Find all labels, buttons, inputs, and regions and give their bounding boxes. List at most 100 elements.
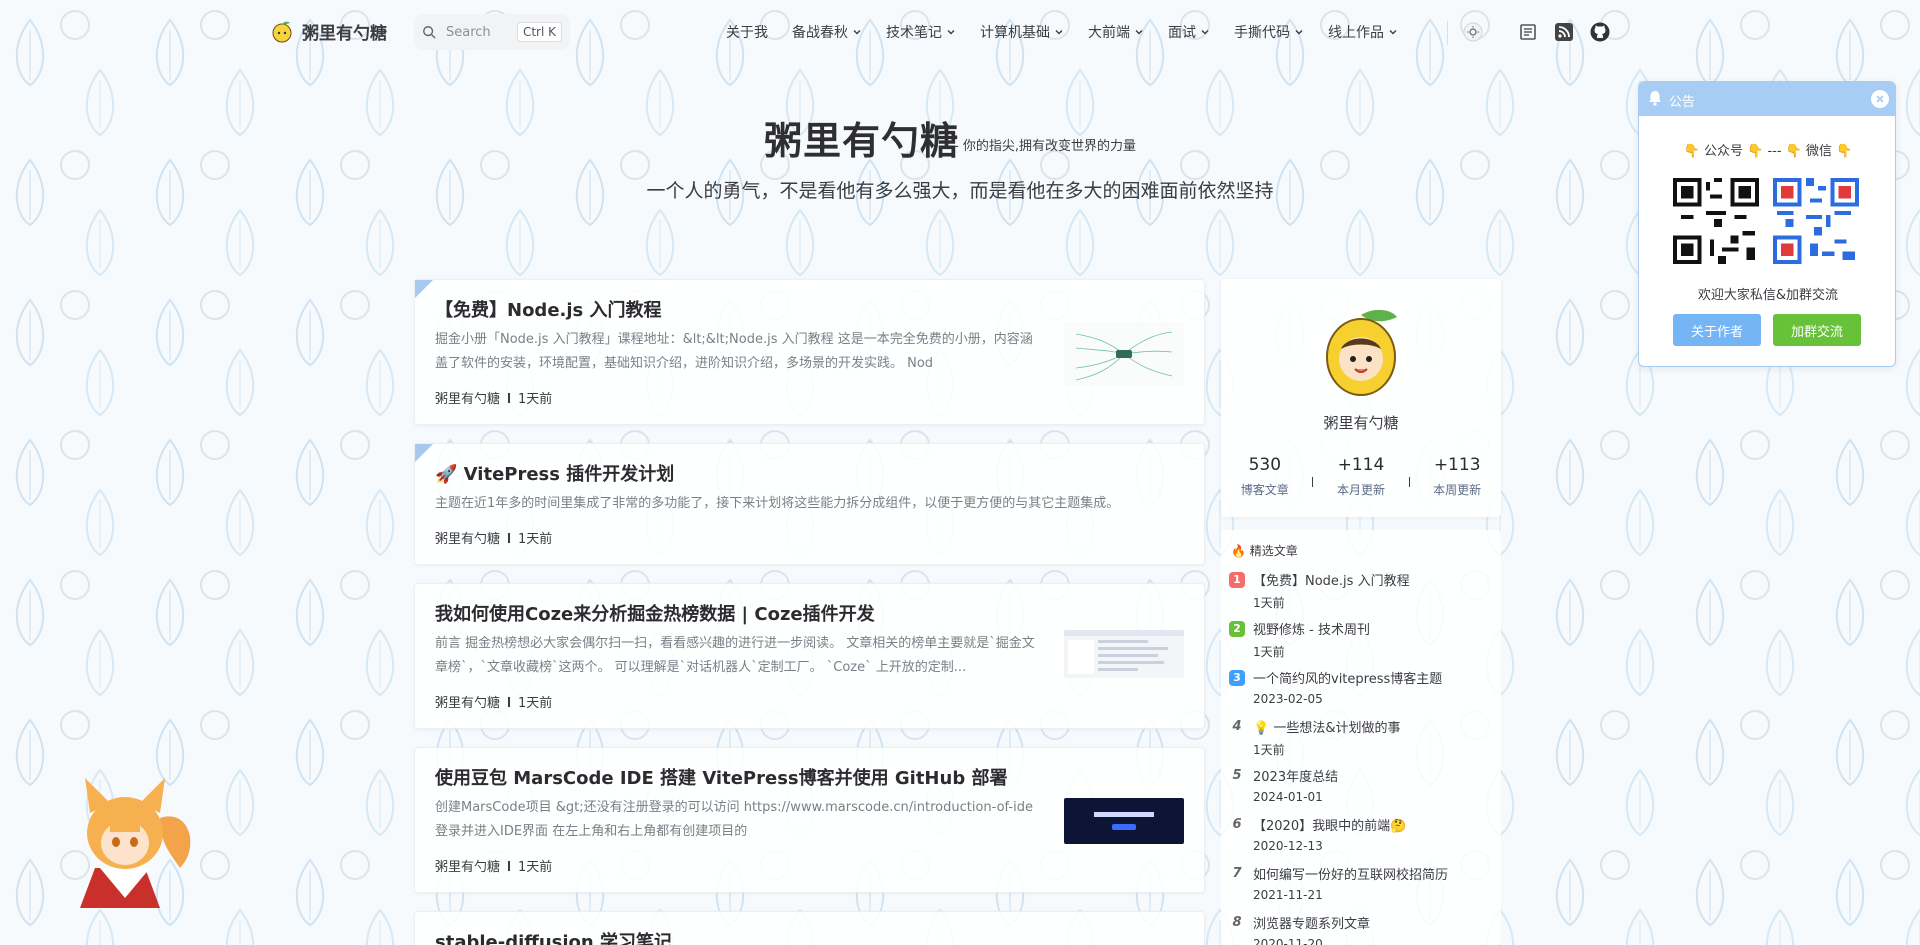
nav-item-works[interactable]: 线上作品 xyxy=(1328,22,1398,42)
post-title[interactable]: 使用豆包 MarsCode IDE 搭建 VitePress博客并使用 GitH… xyxy=(435,764,1007,790)
post-author: 粥里有勺糖 xyxy=(435,392,501,407)
featured-title[interactable]: 浏览器专题系列文章 xyxy=(1253,913,1370,932)
nav-item-label: 计算机基础 xyxy=(980,25,1050,41)
announcement-header: 公告 xyxy=(1639,82,1895,116)
nav-item-tech-notes[interactable]: 技术笔记 xyxy=(886,22,956,42)
post-meta: 粥里有勺糖 1天前 xyxy=(435,856,552,875)
meta-separator xyxy=(508,532,511,543)
featured-rank: 2 xyxy=(1229,621,1245,637)
pin-marker xyxy=(415,280,433,298)
featured-heading: 🔥 精选文章 xyxy=(1231,544,1298,558)
featured-title[interactable]: 2023年度总结 xyxy=(1253,766,1338,785)
post-author: 粥里有勺糖 xyxy=(435,532,501,547)
post-card[interactable]: 使用豆包 MarsCode IDE 搭建 VitePress博客并使用 GitH… xyxy=(414,747,1205,893)
featured-date: 2020-11-20 xyxy=(1253,937,1323,945)
featured-title[interactable]: 一个简约风的vitepress博客主题 xyxy=(1253,668,1442,687)
featured-articles: 🔥 精选文章 1 【免费】Node.js 入门教程 1天前 2 视野修炼 - 技术周刊 1… xyxy=(1221,530,1501,945)
join-group-button[interactable]: 加群交流 xyxy=(1773,314,1861,346)
hero-title: 粥里有勺糖 xyxy=(764,119,960,163)
post-meta: 粥里有勺糖 1天前 xyxy=(435,388,552,407)
post-desc: 主题在近1年多的时间里集成了非常的多功能了，接下来计划将这些能力拆分成组件，以便… xyxy=(435,496,1120,511)
featured-date: 2020-12-13 xyxy=(1253,839,1323,853)
post-author: 粥里有勺糖 xyxy=(435,696,501,711)
featured-date: 1天前 xyxy=(1253,596,1285,610)
nav-item-handwrite-code[interactable]: 手撕代码 xyxy=(1234,22,1304,42)
announcement-welcome: 欢迎大家私信&加群交流 xyxy=(1697,288,1839,303)
chevron-down-icon xyxy=(1135,30,1143,35)
featured-title[interactable]: 视野修炼 - 技术周刊 xyxy=(1253,619,1370,638)
profile-name: 粥里有勺糖 xyxy=(1323,414,1399,432)
post-desc: 创建MarsCode项目 &gt;还没有注册登录的可以访问 https://ww… xyxy=(435,800,1033,839)
announcement-title: 公告 xyxy=(1669,95,1696,110)
coze-screenshot-thumbnail[interactable] xyxy=(1064,630,1184,678)
featured-title[interactable]: 【2020】我眼中的前端🤔 xyxy=(1253,815,1406,834)
featured-title[interactable]: 💡 一些想法&计划做的事 xyxy=(1253,717,1400,736)
hero-subtitle: 一个人的勇气，不是看他有多么强大，而是看他在多大的困难面前依然坚持 xyxy=(646,180,1274,202)
featured-date: 2024-01-01 xyxy=(1253,790,1323,804)
github-icon[interactable] xyxy=(1590,22,1610,42)
search-button[interactable]: Search Ctrl K xyxy=(414,14,570,50)
post-card[interactable]: 【免费】Node.js 入门教程 掘金小册「Node.js 入门教程」课程地址：… xyxy=(414,279,1205,425)
featured-date: 2021-11-21 xyxy=(1253,888,1323,902)
post-time: 1天前 xyxy=(518,696,553,711)
site-logo[interactable]: 粥里有勺糖 xyxy=(270,19,387,44)
search-shortcut: Ctrl K xyxy=(516,22,562,42)
about-author-button[interactable]: 关于作者 xyxy=(1673,314,1761,346)
reading-icon[interactable] xyxy=(1518,22,1538,42)
featured-date: 2023-02-05 xyxy=(1253,692,1323,706)
marscode-thumbnail[interactable] xyxy=(1064,798,1184,844)
nav-item-label: 关于我 xyxy=(726,25,768,41)
featured-date: 1天前 xyxy=(1253,743,1285,757)
pin-marker xyxy=(415,444,433,462)
nav-item-label: 手撕代码 xyxy=(1234,25,1290,41)
nav-item-about[interactable]: 关于我 xyxy=(726,22,768,42)
stat-label: 博客文章 xyxy=(1240,483,1289,497)
search-icon xyxy=(423,26,436,39)
post-title[interactable]: 【免费】Node.js 入门教程 xyxy=(435,296,662,322)
post-card[interactable]: 🚀 VitePress 插件开发计划 主题在近1年多的时间里集成了非常的多功能了… xyxy=(414,443,1205,565)
announcement-qr-caption: 👇 公众号 👇 --- 👇 微信 👇 xyxy=(1683,144,1853,159)
theme-toggle-icon[interactable] xyxy=(1463,22,1483,42)
nav-item-interview[interactable]: 面试 xyxy=(1168,22,1210,42)
featured-rank: 6 xyxy=(1232,817,1242,832)
chevron-down-icon xyxy=(1201,30,1209,35)
close-button[interactable] xyxy=(1871,90,1889,108)
post-title[interactable]: stable-diffusion 学习笔记 xyxy=(435,928,672,945)
post-card[interactable]: stable-diffusion 学习笔记 xyxy=(414,911,1205,945)
post-time: 1天前 xyxy=(518,532,553,547)
post-card[interactable]: 我如何使用Coze来分析掘金热榜数据 | Coze插件开发 前言 掘金热榜想必大… xyxy=(414,583,1205,729)
featured-title[interactable]: 如何编写一份好的互联网校招简历 xyxy=(1253,864,1448,883)
post-meta: 粥里有勺糖 1天前 xyxy=(435,528,552,547)
stat-month: +114 本月更新 xyxy=(1321,455,1401,498)
meta-separator xyxy=(508,860,511,871)
chevron-down-icon xyxy=(1295,30,1303,35)
meta-separator xyxy=(508,696,511,707)
lemon-logo-icon xyxy=(272,21,292,42)
post-meta: 粥里有勺糖 1天前 xyxy=(435,692,552,711)
stat-value: +113 xyxy=(1433,455,1481,475)
mindmap-thumbnail[interactable] xyxy=(1064,322,1184,386)
nav-item-label: 大前端 xyxy=(1088,25,1130,41)
post-title[interactable]: 🚀 VitePress 插件开发计划 xyxy=(435,460,674,486)
stat-week: +113 本周更新 xyxy=(1417,455,1497,498)
meta-separator xyxy=(508,392,511,403)
announcement-panel: 公告 👇 公众号 👇 --- 👇 微信 👇 欢迎大家私信&加群交流 关于作者 加… xyxy=(1638,81,1896,367)
nav-item-spring-autumn[interactable]: 备战春秋 xyxy=(792,22,862,42)
mascot-fox-girl[interactable] xyxy=(50,758,200,908)
featured-rank: 1 xyxy=(1229,572,1245,588)
close-icon xyxy=(1876,95,1884,103)
bell-icon xyxy=(1649,91,1661,106)
rss-icon[interactable] xyxy=(1554,22,1574,42)
featured-rank: 8 xyxy=(1232,915,1242,930)
featured-title[interactable]: 【免费】Node.js 入门教程 xyxy=(1253,570,1410,589)
avatar[interactable] xyxy=(1319,305,1403,397)
nav-item-cs-basics[interactable]: 计算机基础 xyxy=(980,22,1064,42)
hero-motto: - 你的指尖,拥有改变世界的力量 xyxy=(954,139,1136,154)
post-desc: 前言 掘金热榜想必大家会偶尔扫一扫，看看感兴趣的进行进一步阅读。 文章相关的榜单… xyxy=(435,636,1035,675)
nav-item-label: 技术笔记 xyxy=(886,25,942,41)
post-title[interactable]: 我如何使用Coze来分析掘金热榜数据 | Coze插件开发 xyxy=(435,600,875,626)
stat-value: +114 xyxy=(1337,455,1385,475)
chevron-down-icon xyxy=(947,30,955,35)
site-name: 粥里有勺糖 xyxy=(302,24,387,44)
nav-item-frontend[interactable]: 大前端 xyxy=(1088,22,1144,42)
